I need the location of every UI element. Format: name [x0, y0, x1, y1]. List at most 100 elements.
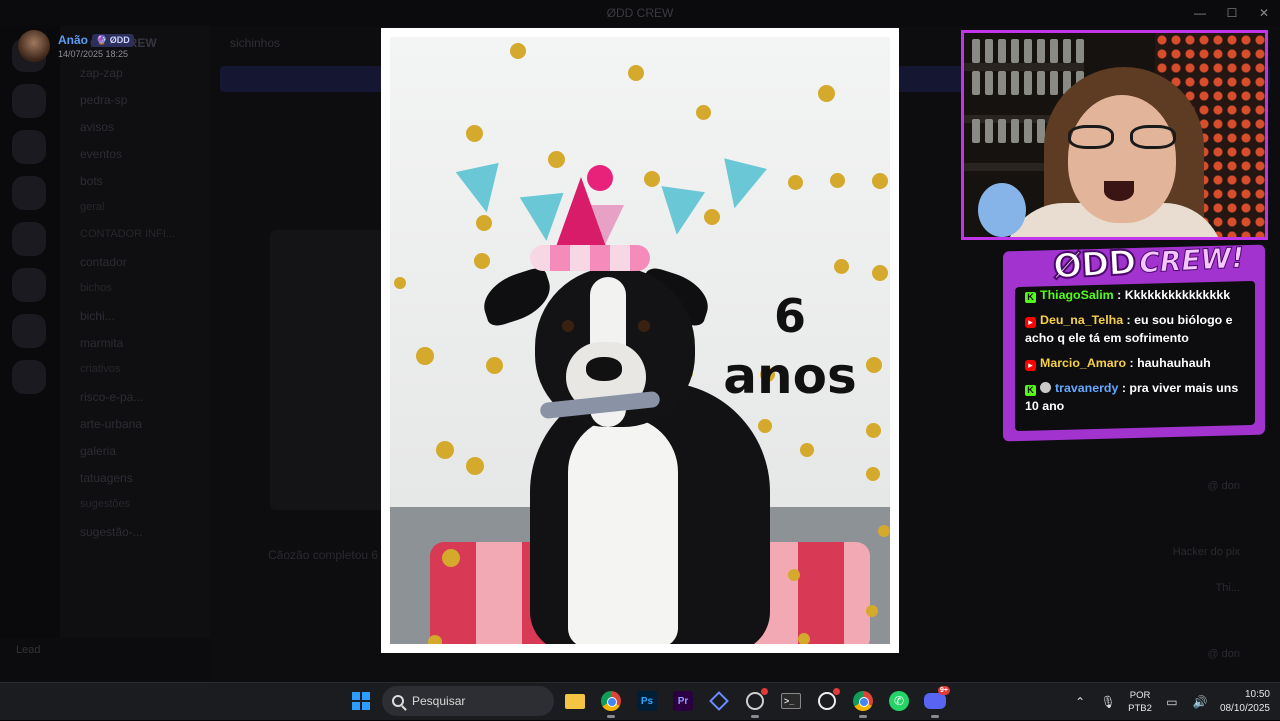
- shelf: [964, 63, 1084, 71]
- confetti-dot: [486, 357, 503, 374]
- channel-item[interactable]: galeria: [60, 438, 210, 465]
- confetti-dot: [866, 605, 878, 617]
- username: Lead: [16, 644, 41, 656]
- bunting-flag: [655, 186, 705, 238]
- server-icon[interactable]: [12, 84, 46, 118]
- confetti-dot: [704, 209, 720, 225]
- spray-can: [1011, 119, 1019, 143]
- photoshop-button[interactable]: Ps: [632, 686, 662, 716]
- channel-item[interactable]: risco-e-pa...: [60, 384, 210, 411]
- channel-item[interactable]: eventos: [60, 141, 210, 168]
- author-name[interactable]: Anão: [58, 33, 88, 47]
- avatar[interactable]: [18, 30, 50, 62]
- whatsapp-button[interactable]: ✆: [884, 686, 914, 716]
- chat-text: hauhauhauh: [1137, 356, 1211, 370]
- minimize-button[interactable]: —: [1184, 0, 1216, 26]
- monitor-app-button[interactable]: [812, 686, 842, 716]
- app-record-button[interactable]: [740, 686, 770, 718]
- discord-icon: [924, 693, 946, 709]
- channel-item[interactable]: avisos: [60, 114, 210, 141]
- channel-item[interactable]: contador: [60, 249, 210, 276]
- chat-message: ▸ Marcio_Amaro : hauhauhauh: [1025, 354, 1255, 372]
- confetti-dot: [474, 253, 490, 269]
- server-icon[interactable]: [12, 222, 46, 256]
- channel-item[interactable]: tatuagens: [60, 465, 210, 492]
- member-item[interactable]: @ don: [1207, 648, 1240, 660]
- channel-item[interactable]: bichi...: [60, 303, 210, 330]
- channel-item[interactable]: sugestão-...: [60, 519, 210, 546]
- chrome-icon: [853, 691, 873, 711]
- start-button[interactable]: [346, 686, 376, 716]
- confetti-dot: [866, 423, 881, 438]
- channel-item[interactable]: arte-urbana: [60, 411, 210, 438]
- spray-can: [998, 39, 1006, 63]
- taskbar-search[interactable]: Pesquisar: [382, 686, 554, 716]
- chat-username: travanerdy: [1055, 381, 1119, 395]
- server-icon[interactable]: [12, 176, 46, 210]
- input-language[interactable]: POR PTB2: [1128, 689, 1152, 715]
- enlarged-photo: 6 anos: [381, 28, 899, 653]
- kick-icon: K: [1025, 385, 1036, 396]
- channel-item[interactable]: pedra-sp: [60, 87, 210, 114]
- chrome-button[interactable]: [596, 686, 626, 718]
- member-item[interactable]: Thi...: [1216, 582, 1240, 594]
- server-icon[interactable]: [12, 360, 46, 394]
- server-icon[interactable]: [12, 268, 46, 302]
- member-item[interactable]: @ don: [1207, 480, 1240, 492]
- confetti-dot: [758, 419, 772, 433]
- channel-category[interactable]: sugestões: [60, 492, 210, 519]
- message-caption: Cãozão completou 6: [268, 548, 379, 562]
- party-hat-trim: [530, 245, 650, 271]
- spray-can: [1050, 71, 1058, 95]
- chat-username: ThiagoSalim: [1040, 288, 1114, 302]
- spray-can: [985, 71, 993, 95]
- window-title: ØDD CREW: [606, 6, 674, 20]
- chrome-profile-button[interactable]: [848, 686, 878, 718]
- maximize-button[interactable]: ☐: [1216, 0, 1248, 26]
- crew-logo: ØDD CREW!: [1051, 233, 1245, 291]
- confetti-dot: [788, 569, 800, 581]
- terminal-icon: >_: [781, 693, 801, 709]
- image-viewer-author: Anão 🔮 ØDD 14/07/2025 18:25: [18, 30, 134, 62]
- windows-icon: [352, 692, 370, 710]
- app-diamond-button[interactable]: [704, 686, 734, 716]
- party-hat-pompom: [587, 165, 613, 191]
- channel-item[interactable]: zap-zap: [60, 60, 210, 87]
- streamer-face: [1068, 95, 1176, 223]
- chevron-up-icon[interactable]: ⌃: [1072, 695, 1088, 709]
- channel-category[interactable]: CONTADOR INFI...: [60, 222, 210, 249]
- server-icon[interactable]: [12, 314, 46, 348]
- volume-icon[interactable]: 🔊: [1192, 695, 1208, 709]
- clock[interactable]: 10:50 08/10/2025: [1220, 688, 1270, 716]
- confetti-dot: [872, 265, 888, 281]
- channel-category[interactable]: geral: [60, 195, 210, 222]
- channel-category[interactable]: criativos: [60, 357, 210, 384]
- notification-badge: 9+: [938, 686, 950, 695]
- premiere-button[interactable]: Pr: [668, 686, 698, 716]
- channel-item[interactable]: marmita: [60, 330, 210, 357]
- photoshop-icon: Ps: [637, 691, 657, 711]
- confetti-dot: [788, 175, 803, 190]
- terminal-button[interactable]: >_: [776, 686, 806, 716]
- network-icon[interactable]: ▭: [1164, 695, 1180, 709]
- server-icon[interactable]: [12, 130, 46, 164]
- spray-can: [985, 119, 993, 143]
- file-explorer-button[interactable]: [560, 686, 590, 716]
- chat-separator: :: [1118, 381, 1130, 395]
- spray-can: [972, 39, 980, 63]
- spray-can: [1050, 39, 1058, 63]
- close-button[interactable]: ✕: [1248, 0, 1280, 26]
- channel-category[interactable]: bichos: [60, 276, 210, 303]
- confetti-dot: [548, 151, 565, 168]
- spray-can: [1024, 39, 1032, 63]
- post-date: 14/07/2025 18:25: [58, 49, 129, 59]
- member-item[interactable]: Hacker do pix: [1173, 546, 1240, 558]
- dog-eye: [638, 320, 650, 332]
- channel-sidebar: ØDD CREW zap-zappedra-spavisoseventosbot…: [60, 26, 210, 682]
- confetti-dot: [466, 457, 484, 475]
- channel-item[interactable]: bots: [60, 168, 210, 195]
- microphone-icon[interactable]: 🎙: [1100, 695, 1116, 709]
- dog-eye: [562, 320, 574, 332]
- discord-button[interactable]: 9+: [920, 686, 950, 718]
- discord-window: ØDD CREW — ☐ ✕ ØDD CREW zap-zappedra-spa…: [0, 0, 1280, 682]
